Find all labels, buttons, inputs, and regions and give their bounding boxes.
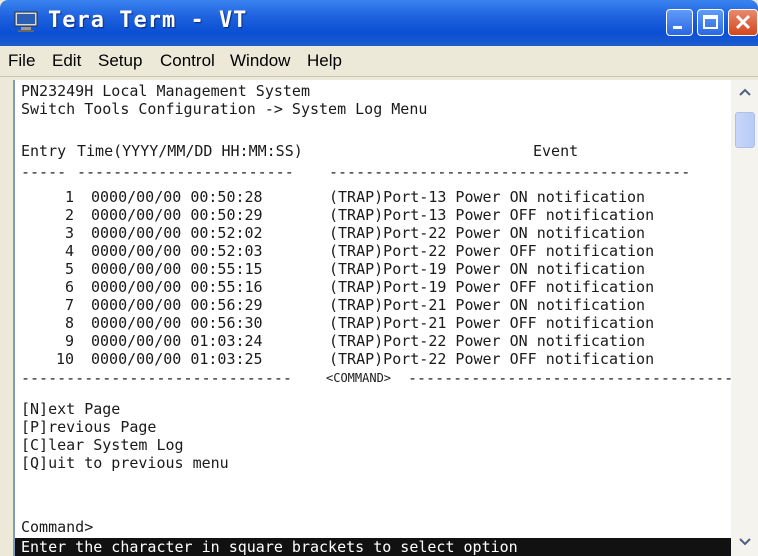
command-prompt[interactable]: Command> xyxy=(21,518,93,536)
teraterm-window: Tera Term - VT File Edit Setup Control W… xyxy=(0,0,758,556)
log-entry-time: 0000/00/00 01:03:25 xyxy=(91,350,263,368)
menu-file[interactable]: File xyxy=(8,51,35,71)
log-entry-event: (TRAP)Port-21 Power OFF notification xyxy=(329,314,655,332)
log-entry-number: 8 xyxy=(65,314,75,332)
log-entry-event: (TRAP)Port-22 Power ON notification xyxy=(329,332,646,350)
log-entry-event: (TRAP)Port-22 Power ON notification xyxy=(329,224,646,242)
log-entry-number: 6 xyxy=(65,278,75,296)
log-entry-time: 0000/00/00 00:56:29 xyxy=(91,296,263,314)
close-icon xyxy=(735,14,751,30)
log-entry-number: 5 xyxy=(65,260,75,278)
terminal-header-path: Switch Tools Configuration -> System Log… xyxy=(21,100,428,118)
log-entry-event: (TRAP)Port-22 Power OFF notification xyxy=(329,242,655,260)
log-entry-number: 3 xyxy=(65,224,75,242)
divider-event: ---------------------------------------- xyxy=(329,163,691,181)
log-entry-number: 10 xyxy=(56,350,75,368)
status-line-text: Enter the character in square brackets t… xyxy=(21,538,518,556)
window-title: Tera Term - VT xyxy=(48,8,248,33)
scroll-down-icon[interactable] xyxy=(735,532,755,552)
option-previous-page[interactable]: [P]revious Page xyxy=(21,418,156,436)
status-line: Enter the character in square brackets t… xyxy=(15,538,731,556)
command-divider-label: <COMMAND> xyxy=(326,371,392,385)
vertical-scrollbar[interactable] xyxy=(731,80,758,556)
log-entry-time: 0000/00/00 01:03:24 xyxy=(91,332,263,350)
log-entry-event: (TRAP)Port-19 Power ON notification xyxy=(329,260,646,278)
menu-edit[interactable]: Edit xyxy=(52,51,81,71)
teraterm-app-icon xyxy=(14,11,38,32)
log-entry-event: (TRAP)Port-22 Power OFF notification xyxy=(329,350,655,368)
log-entry-number: 1 xyxy=(65,188,75,206)
column-header-time: Time(YYYY/MM/DD HH:MM:SS) xyxy=(77,142,303,160)
minimize-button[interactable] xyxy=(666,9,693,36)
log-entry-time: 0000/00/00 00:52:02 xyxy=(91,224,263,242)
close-button[interactable] xyxy=(728,9,758,36)
log-entry-event: (TRAP)Port-21 Power ON notification xyxy=(329,296,646,314)
terminal-header-system: PN23249H Local Management System xyxy=(21,82,310,100)
scrollbar-thumb[interactable] xyxy=(735,112,755,148)
log-entry-event: (TRAP)Port-13 Power ON notification xyxy=(329,188,646,206)
log-entry-event: (TRAP)Port-19 Power OFF notification xyxy=(329,278,655,296)
menu-window[interactable]: Window xyxy=(230,51,290,71)
column-header-event: Event xyxy=(533,142,579,160)
log-entry-time: 0000/00/00 00:50:28 xyxy=(91,188,263,206)
log-entry-time: 0000/00/00 00:52:03 xyxy=(91,242,263,260)
maximize-icon xyxy=(703,15,718,29)
menu-control[interactable]: Control xyxy=(160,51,215,71)
log-entry-time: 0000/00/00 00:56:30 xyxy=(91,314,263,332)
option-clear-system-log[interactable]: [C]lear System Log xyxy=(21,436,184,454)
menu-setup[interactable]: Setup xyxy=(98,51,142,71)
menu-help[interactable]: Help xyxy=(307,51,342,71)
log-entry-number: 9 xyxy=(65,332,75,350)
menu-bar: File Edit Setup Control Window Help xyxy=(0,46,758,77)
command-divider-right: --------------------------------------- xyxy=(408,369,731,387)
divider-time: ------------------------ xyxy=(77,163,294,181)
log-entry-number: 4 xyxy=(65,242,75,260)
log-entry-number: 7 xyxy=(65,296,75,314)
command-divider-left: ------------------------------ xyxy=(21,369,292,387)
log-entry-time: 0000/00/00 00:55:15 xyxy=(91,260,263,278)
maximize-button[interactable] xyxy=(697,9,724,36)
divider-entry: ----- xyxy=(21,163,67,181)
log-entry-time: 0000/00/00 00:50:29 xyxy=(91,206,263,224)
option-next-page[interactable]: [N]ext Page xyxy=(21,400,120,418)
minimize-icon xyxy=(673,26,682,29)
scroll-up-icon[interactable] xyxy=(735,82,755,102)
log-entry-time: 0000/00/00 00:55:16 xyxy=(91,278,263,296)
log-entry-number: 2 xyxy=(65,206,75,224)
terminal-screen[interactable]: PN23249H Local Management System Switch … xyxy=(13,80,731,556)
option-quit[interactable]: [Q]uit to previous menu xyxy=(21,454,229,472)
title-bar[interactable]: Tera Term - VT xyxy=(0,0,758,46)
log-entry-event: (TRAP)Port-13 Power OFF notification xyxy=(329,206,655,224)
column-header-entry: Entry xyxy=(21,142,67,160)
